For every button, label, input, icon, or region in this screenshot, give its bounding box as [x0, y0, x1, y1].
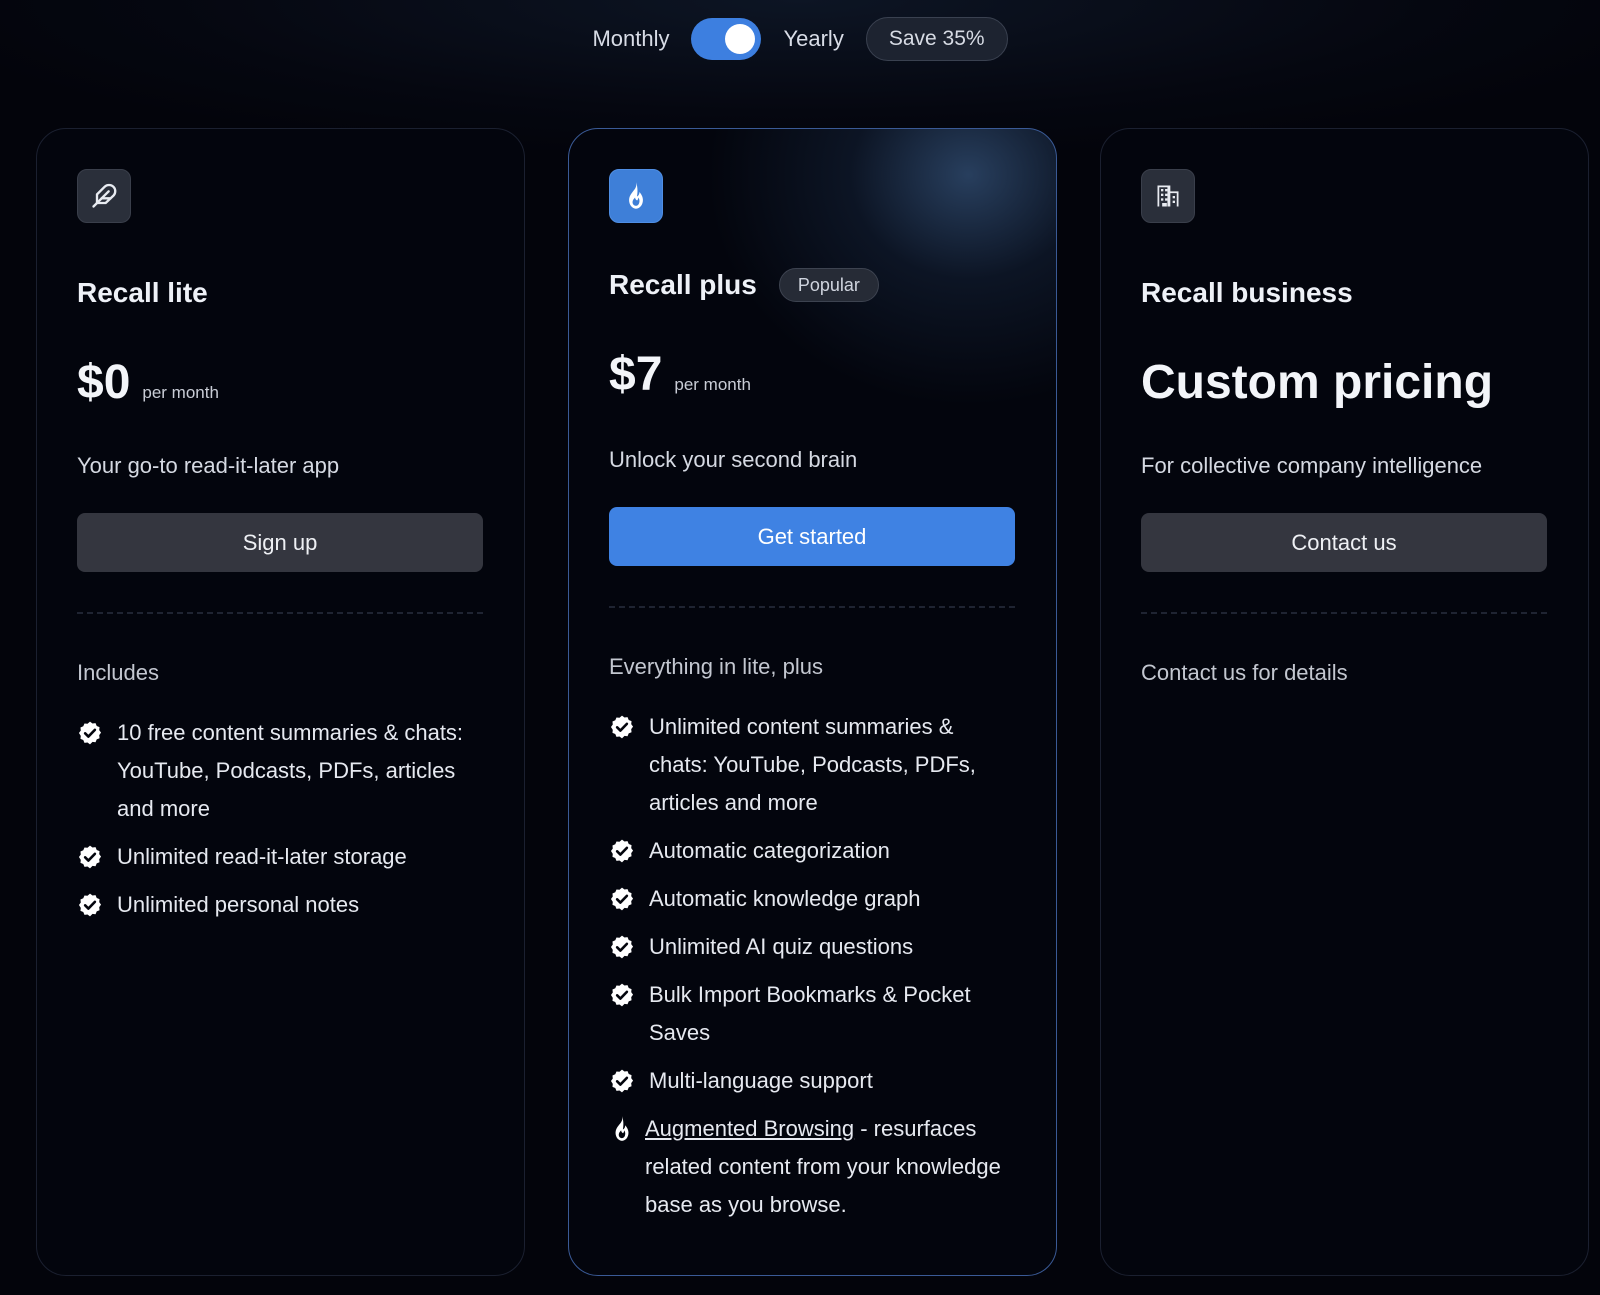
plan-header: Recall business [1141, 273, 1548, 313]
price-row: $0 per month [77, 355, 484, 413]
plan-card-business: Recall business Custom pricing For colle… [1100, 128, 1589, 1276]
yearly-label[interactable]: Yearly [783, 26, 843, 52]
feature-item: Unlimited content summaries & chats: You… [609, 708, 1016, 822]
plan-card-plus: Recall plus Popular $7 per month Unlock … [568, 128, 1057, 1276]
feature-list: 10 free content summaries & chats: YouTu… [77, 714, 484, 924]
plan-name: Recall lite [77, 277, 208, 308]
divider [77, 612, 483, 614]
plan-header: Recall plus Popular [609, 265, 1016, 305]
check-badge-icon [77, 892, 103, 918]
divider [1141, 612, 1547, 614]
flame-icon [615, 1116, 629, 1141]
plan-card-lite: Recall lite $0 per month Your go-to read… [36, 128, 525, 1276]
feature-item: Unlimited AI quiz questions [609, 928, 1016, 966]
save-badge: Save 35% [865, 17, 1008, 61]
feature-item: Unlimited personal notes [77, 886, 484, 924]
check-badge-icon [609, 886, 635, 912]
check-badge-icon [609, 838, 635, 864]
price-period: per month [674, 375, 751, 394]
monthly-label[interactable]: Monthly [592, 26, 669, 52]
flame-icon [609, 169, 663, 223]
divider [609, 606, 1015, 608]
check-badge-icon [609, 982, 635, 1008]
plan-price: $0 [77, 356, 131, 409]
price-row: $7 per month [609, 347, 1016, 405]
get-started-button[interactable]: Get started [609, 507, 1015, 566]
check-badge-icon [77, 720, 103, 746]
price-period: per month [142, 383, 219, 402]
plan-header: Recall lite [77, 273, 484, 313]
feature-item-augmented-browsing: Augmented Browsing - resurfaces related … [609, 1110, 1016, 1224]
contact-us-button[interactable]: Contact us [1141, 513, 1547, 572]
plan-price: Custom pricing [1141, 356, 1494, 409]
features-heading: Everything in lite, plus [609, 654, 823, 679]
check-badge-icon [77, 844, 103, 870]
popular-badge: Popular [778, 268, 879, 302]
plan-tagline: Your go-to read-it-later app [77, 453, 340, 478]
features-heading: Includes [77, 660, 159, 685]
feature-item: Automatic categorization [609, 832, 1016, 870]
feature-text: Augmented Browsing - resurfaces related … [645, 1110, 1016, 1224]
augmented-browsing-link[interactable]: Augmented Browsing [645, 1116, 854, 1141]
billing-period-switcher: Monthly Yearly Save 35% [0, 16, 1600, 62]
sign-up-button[interactable]: Sign up [77, 513, 483, 572]
plan-tagline: For collective company intelligence [1141, 453, 1483, 478]
plan-tagline: Unlock your second brain [609, 447, 858, 472]
toggle-knob [725, 24, 756, 54]
billing-toggle[interactable] [691, 18, 762, 60]
building-icon [1141, 169, 1195, 223]
feature-item: Bulk Import Bookmarks & Pocket Saves [609, 976, 1016, 1052]
plan-name: Recall plus [609, 269, 757, 300]
feature-item: Multi-language support [609, 1062, 1016, 1100]
plan-price: $7 [609, 348, 663, 401]
feature-item: Unlimited read-it-later storage [77, 838, 484, 876]
feature-item: Automatic knowledge graph [609, 880, 1016, 918]
feature-list: Unlimited content summaries & chats: You… [609, 708, 1016, 1100]
plan-name: Recall business [1141, 277, 1353, 308]
features-heading: Contact us for details [1141, 660, 1348, 685]
check-badge-icon [609, 714, 635, 740]
feature-item: 10 free content summaries & chats: YouTu… [77, 714, 484, 828]
check-badge-icon [609, 1068, 635, 1094]
check-badge-icon [609, 934, 635, 960]
feather-icon [77, 169, 131, 223]
